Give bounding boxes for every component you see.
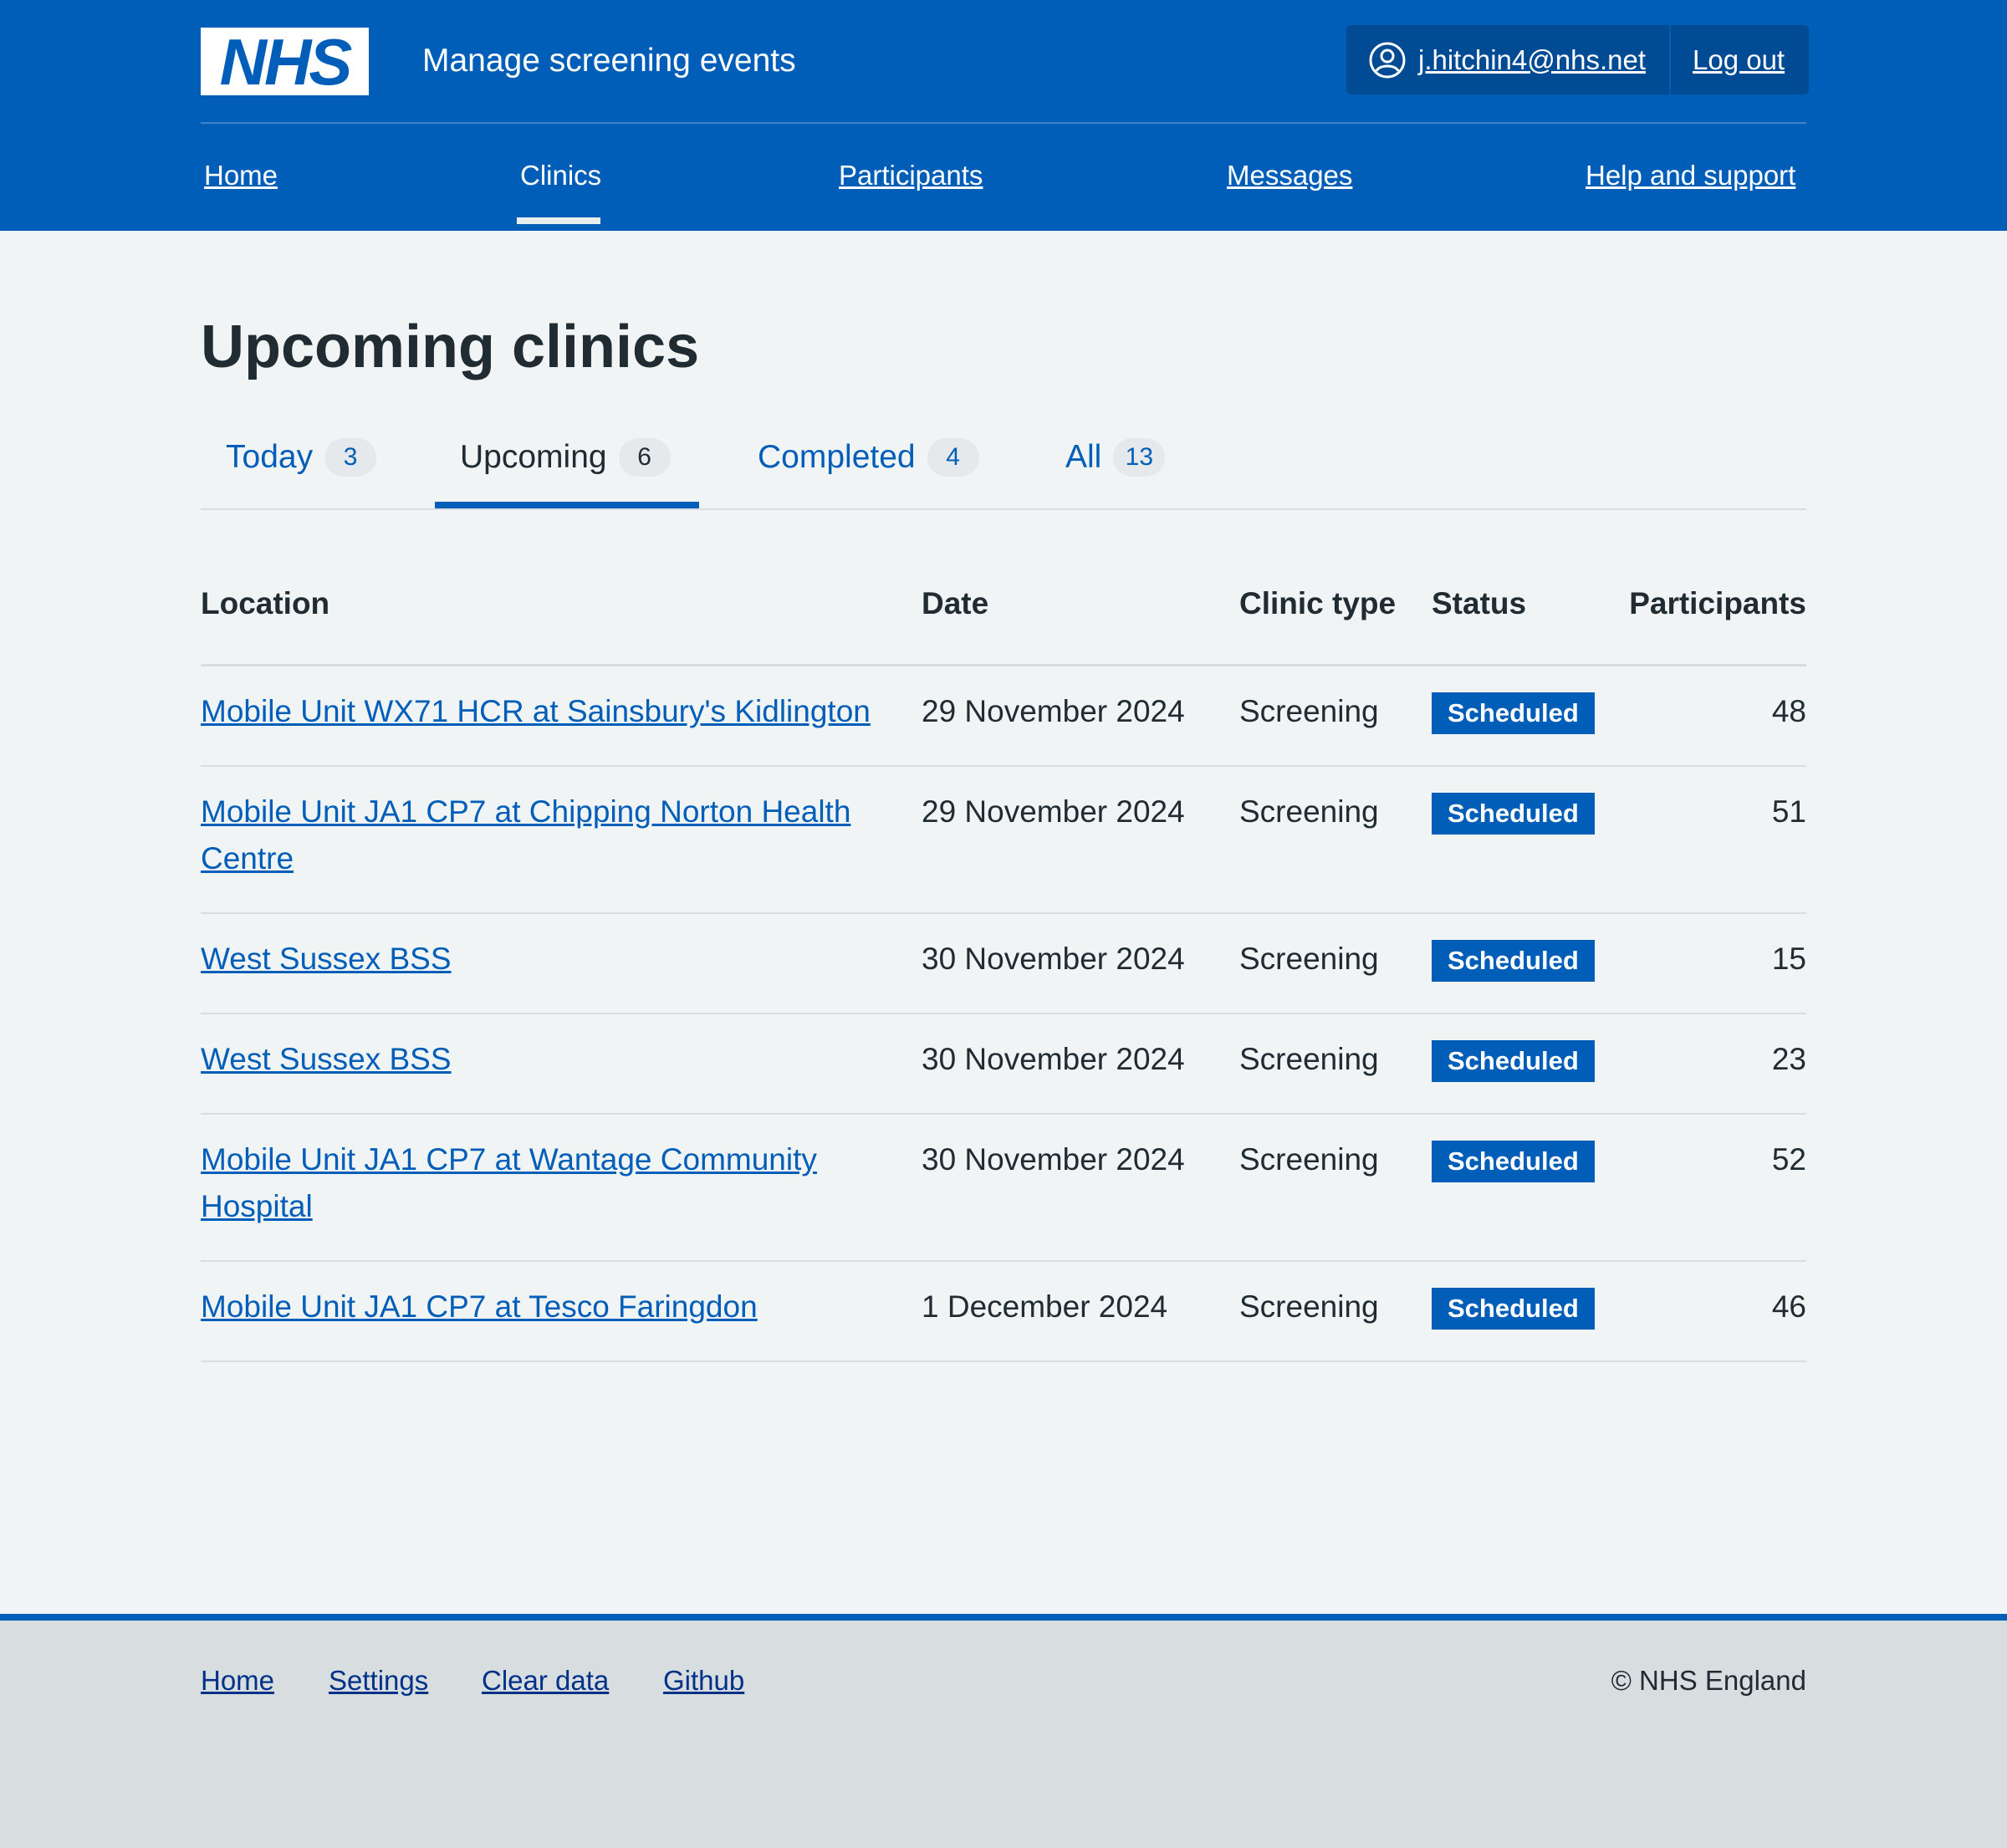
primary-navigation: Home Clinics Participants Messages Help …: [0, 124, 2007, 231]
tab-active-indicator: [435, 502, 699, 508]
column-header-date: Date: [922, 569, 1239, 666]
table-row: Mobile Unit JA1 CP7 at Chipping Norton H…: [201, 766, 1806, 914]
nav-item-help-and-support[interactable]: Help and support: [1586, 159, 1795, 192]
clinic-type-cell: Screening: [1239, 665, 1432, 767]
status-cell: Scheduled: [1432, 1013, 1599, 1115]
participants-cell: 23: [1599, 1013, 1806, 1115]
tabs-divider: [201, 508, 1806, 510]
page-title: Upcoming clinics: [201, 314, 700, 380]
date-cell: 29 November 2024: [922, 665, 1239, 767]
service-name[interactable]: Manage screening events: [422, 37, 796, 85]
status-cell: Scheduled: [1432, 766, 1599, 914]
date-cell: 30 November 2024: [922, 1114, 1239, 1262]
footer-link-clear-data[interactable]: Clear data: [482, 1664, 609, 1697]
participants-cell: 48: [1599, 665, 1806, 767]
user-circle-icon: [1369, 42, 1406, 78]
clinic-location-link[interactable]: West Sussex BSS: [201, 942, 452, 976]
table-row: Mobile Unit JA1 CP7 at Tesco Faringdon 1…: [201, 1261, 1806, 1362]
table-body: Mobile Unit WX71 HCR at Sainsbury's Kidl…: [201, 665, 1806, 1362]
date-cell: 29 November 2024: [922, 766, 1239, 914]
clinic-location-link[interactable]: Mobile Unit WX71 HCR at Sainsbury's Kidl…: [201, 694, 871, 728]
status-cell: Scheduled: [1432, 1114, 1599, 1262]
status-badge: Scheduled: [1432, 1040, 1595, 1082]
table-header-row: Location Date Clinic type Status Partici…: [201, 569, 1806, 666]
nhs-logo[interactable]: NHS: [201, 28, 369, 95]
clinic-type-cell: Screening: [1239, 1114, 1432, 1262]
tab-today[interactable]: Today 3: [226, 436, 377, 478]
tab-label: Completed: [758, 439, 916, 475]
nav-item-home[interactable]: Home: [204, 159, 278, 192]
clinic-type-cell: Screening: [1239, 1013, 1432, 1115]
status-badge: Scheduled: [1432, 793, 1595, 835]
location-cell: Mobile Unit JA1 CP7 at Wantage Community…: [201, 1114, 922, 1262]
status-cell: Scheduled: [1432, 1261, 1599, 1362]
tab-label: Today: [226, 439, 314, 475]
participants-cell: 46: [1599, 1261, 1806, 1362]
location-cell: West Sussex BSS: [201, 1013, 922, 1115]
site-header: NHS Manage screening events j.hitchin4@n…: [0, 0, 2007, 231]
table-row: West Sussex BSS 30 November 2024 Screeni…: [201, 1013, 1806, 1115]
clinics-table: Location Date Clinic type Status Partici…: [201, 569, 1806, 1362]
date-cell: 1 December 2024: [922, 1261, 1239, 1362]
tab-count-badge: 3: [324, 438, 377, 477]
footer-link-settings[interactable]: Settings: [329, 1664, 428, 1697]
status-badge: Scheduled: [1432, 692, 1595, 734]
table-header: Location Date Clinic type Status Partici…: [201, 569, 1806, 666]
tab-count-badge: 13: [1113, 438, 1166, 477]
site-footer: Home Settings Clear data Github © NHS En…: [0, 1614, 2007, 1848]
participants-cell: 52: [1599, 1114, 1806, 1262]
table-row: West Sussex BSS 30 November 2024 Screeni…: [201, 913, 1806, 1014]
clinic-location-link[interactable]: Mobile Unit JA1 CP7 at Tesco Faringdon: [201, 1289, 758, 1324]
account-panel: j.hitchin4@nhs.net Log out: [1346, 25, 1809, 94]
clinic-location-link[interactable]: Mobile Unit JA1 CP7 at Wantage Community…: [201, 1142, 817, 1223]
location-cell: Mobile Unit JA1 CP7 at Tesco Faringdon: [201, 1261, 922, 1362]
date-cell: 30 November 2024: [922, 1013, 1239, 1115]
location-cell: Mobile Unit WX71 HCR at Sainsbury's Kidl…: [201, 665, 922, 767]
column-header-status: Status: [1432, 569, 1599, 666]
location-cell: West Sussex BSS: [201, 913, 922, 1014]
tab-label: All: [1065, 439, 1102, 475]
nav-item-clinics[interactable]: Clinics: [520, 159, 601, 192]
status-badge: Scheduled: [1432, 1141, 1595, 1182]
location-cell: Mobile Unit JA1 CP7 at Chipping Norton H…: [201, 766, 922, 914]
tab-label: Upcoming: [460, 439, 607, 475]
clinic-type-cell: Screening: [1239, 913, 1432, 1014]
tab-upcoming[interactable]: Upcoming 6: [460, 436, 671, 478]
status-badge: Scheduled: [1432, 1288, 1595, 1330]
clinic-location-link[interactable]: West Sussex BSS: [201, 1042, 452, 1076]
clinic-tabs: Today 3 Upcoming 6 Completed 4 All 13: [201, 425, 1806, 510]
tab-count-badge: 6: [618, 438, 671, 477]
account-user: j.hitchin4@nhs.net: [1346, 25, 1669, 94]
logout-link[interactable]: Log out: [1671, 44, 1785, 76]
footer-link-home[interactable]: Home: [201, 1664, 274, 1697]
column-header-location: Location: [201, 569, 922, 666]
clinic-location-link[interactable]: Mobile Unit JA1 CP7 at Chipping Norton H…: [201, 794, 850, 876]
nav-active-indicator: [517, 217, 600, 224]
table-row: Mobile Unit WX71 HCR at Sainsbury's Kidl…: [201, 665, 1806, 767]
tab-all[interactable]: All 13: [1065, 436, 1166, 478]
date-cell: 30 November 2024: [922, 913, 1239, 1014]
table-row: Mobile Unit JA1 CP7 at Wantage Community…: [201, 1114, 1806, 1262]
nav-item-messages[interactable]: Messages: [1227, 159, 1352, 192]
copyright-notice: © NHS England: [1611, 1665, 1806, 1696]
clinic-type-cell: Screening: [1239, 1261, 1432, 1362]
nhs-logo-text: NHS: [219, 24, 353, 99]
participants-cell: 51: [1599, 766, 1806, 914]
status-cell: Scheduled: [1432, 913, 1599, 1014]
participants-cell: 15: [1599, 913, 1806, 1014]
nav-item-participants[interactable]: Participants: [839, 159, 983, 192]
tab-completed[interactable]: Completed 4: [758, 436, 979, 478]
status-badge: Scheduled: [1432, 940, 1595, 982]
column-header-clinic-type: Clinic type: [1239, 569, 1432, 666]
footer-link-github[interactable]: Github: [663, 1664, 744, 1697]
account-email-link[interactable]: j.hitchin4@nhs.net: [1418, 44, 1646, 76]
status-cell: Scheduled: [1432, 665, 1599, 767]
column-header-participants: Participants: [1599, 569, 1806, 666]
tab-count-badge: 4: [927, 438, 979, 477]
clinic-type-cell: Screening: [1239, 766, 1432, 914]
